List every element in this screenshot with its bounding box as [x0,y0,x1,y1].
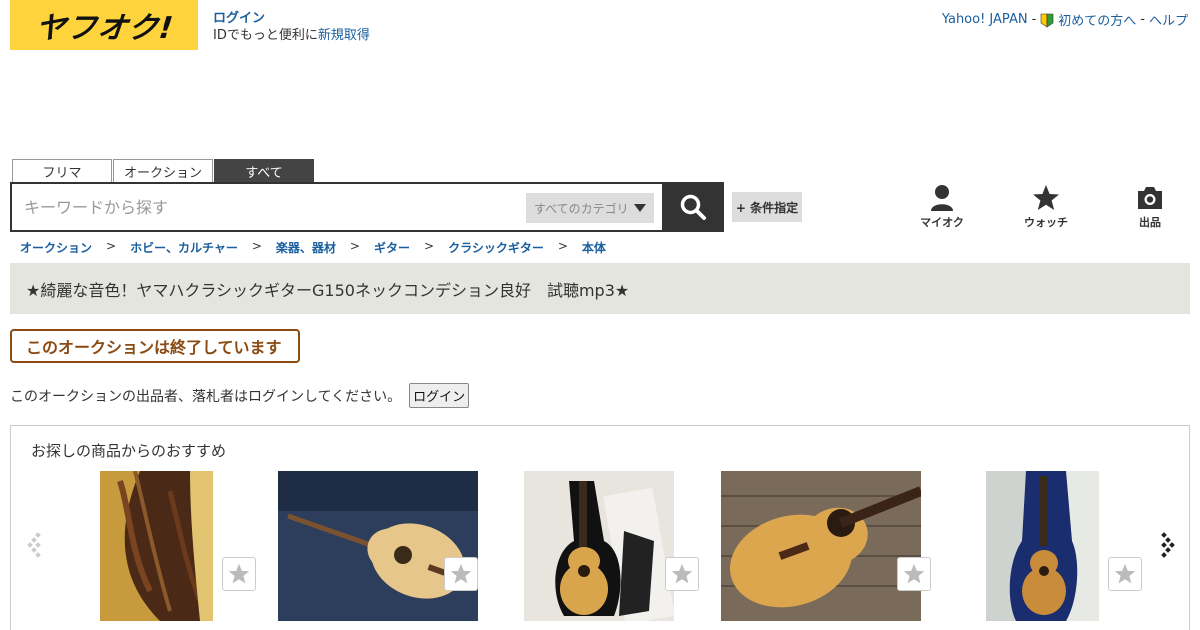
star-icon [671,563,693,584]
search-button[interactable] [662,182,724,232]
yahoo-japan-link[interactable]: Yahoo! JAPAN [942,12,1028,27]
sell-label: 出品 [1139,216,1161,229]
beginner-link[interactable]: 初めての方へ [1058,10,1136,29]
guitar-on-blue-photo [278,471,478,621]
breadcrumb-item[interactable]: 本体 [582,239,606,256]
login-button[interactable]: ログイン [409,383,470,408]
recommend-item[interactable] [721,471,936,621]
recommend-item[interactable] [100,471,290,621]
breadcrumb-item[interactable]: ギター [374,239,410,256]
watch-star-button[interactable] [444,557,478,591]
login-note: このオークションの出品者、落札者はログインしてください。 ログイン [10,383,470,408]
star-icon [1033,185,1059,210]
category-label: すべてのカテゴリ [534,201,629,216]
listing-title: ★綺麗な音色！ヤマハクラシックギターG150ネックコンデション良好 試聴mp3★ [26,280,630,300]
recommend-item[interactable] [278,471,498,621]
login-note-text: このオークションの出品者、落札者はログインしてください。 [10,388,402,405]
login-link[interactable]: ログイン [213,11,265,26]
auction-ended-badge: このオークションは終了しています [10,329,300,363]
breadcrumb-separator: > [251,239,262,253]
header-nav: マイオク ウォッチ 出品 [890,184,1200,230]
watch-star-button[interactable] [897,557,931,591]
breadcrumb-separator: > [424,239,435,253]
login-sub-text: IDでもっと便利に [213,28,318,43]
star-icon [450,563,472,584]
watch-star-button[interactable] [1108,557,1142,591]
help-link[interactable]: ヘルプ [1149,10,1188,29]
top-link-separator: - [1140,12,1145,27]
breadcrumb-item[interactable]: 楽器、器材 [276,239,336,256]
yahuoku-logo[interactable]: ヤフオク! [10,0,198,50]
breadcrumb-separator: > [106,239,117,253]
carousel-prev-icon[interactable] [26,531,44,559]
top-link-separator: - [1031,12,1037,27]
my-auction-label: マイオク [920,216,964,229]
breadcrumb-separator: > [557,239,568,253]
breadcrumb: オークション > ホビー、カルチャー > 楽器、器材 > ギター > クラシック… [20,239,606,256]
star-icon [228,563,250,584]
recommend-title: お探しの商品からのおすすめ [31,442,227,460]
beginner-mark-icon [1040,13,1054,28]
watch-star-button[interactable] [665,557,699,591]
tab-furima[interactable]: フリマ [12,159,112,183]
caret-down-icon [634,204,646,212]
breadcrumb-item[interactable]: ホビー、カルチャー [130,239,238,256]
recommend-panel: お探しの商品からのおすすめ [10,425,1190,630]
star-icon [903,563,925,584]
search-icon [680,194,706,220]
recommend-item[interactable] [524,471,719,621]
sell-link[interactable]: 出品 [1098,184,1200,230]
my-auction-link[interactable]: マイオク [890,184,994,230]
camera-icon [1138,187,1162,209]
guitar-blue-case-photo [986,471,1099,621]
watch-star-button[interactable] [222,557,256,591]
tab-all[interactable]: すべて [214,159,314,183]
carousel-next-icon[interactable] [1158,531,1176,559]
top-links: Yahoo! JAPAN - 初めての方へ - ヘルプ [942,10,1188,29]
watch-link[interactable]: ウォッチ [994,184,1098,230]
person-icon [931,185,953,211]
guitar-closeup-photo [100,471,213,621]
tab-auction[interactable]: オークション [113,159,213,183]
search-input[interactable] [24,184,524,230]
breadcrumb-item[interactable]: クラシックギター [448,239,544,256]
watch-label: ウォッチ [1024,216,1068,229]
search-box: すべてのカテゴリ [10,182,664,232]
recommend-item[interactable] [986,471,1146,621]
logo-text: ヤフオク! [33,11,176,46]
star-icon [1114,563,1136,584]
condition-button[interactable]: + 条件指定 [732,192,802,222]
guitar-in-case-photo [524,471,674,621]
login-block: ログイン IDでもっと便利に新規取得 [213,10,370,44]
guitar-on-wood-photo [721,471,921,621]
search-tabs: フリマ オークション すべて [12,159,314,183]
signup-link[interactable]: 新規取得 [318,28,370,43]
category-select[interactable]: すべてのカテゴリ [526,193,654,223]
listing-title-bar: ★綺麗な音色！ヤマハクラシックギターG150ネックコンデション良好 試聴mp3★ [10,263,1190,314]
breadcrumb-separator: > [349,239,360,253]
breadcrumb-item[interactable]: オークション [20,239,92,256]
